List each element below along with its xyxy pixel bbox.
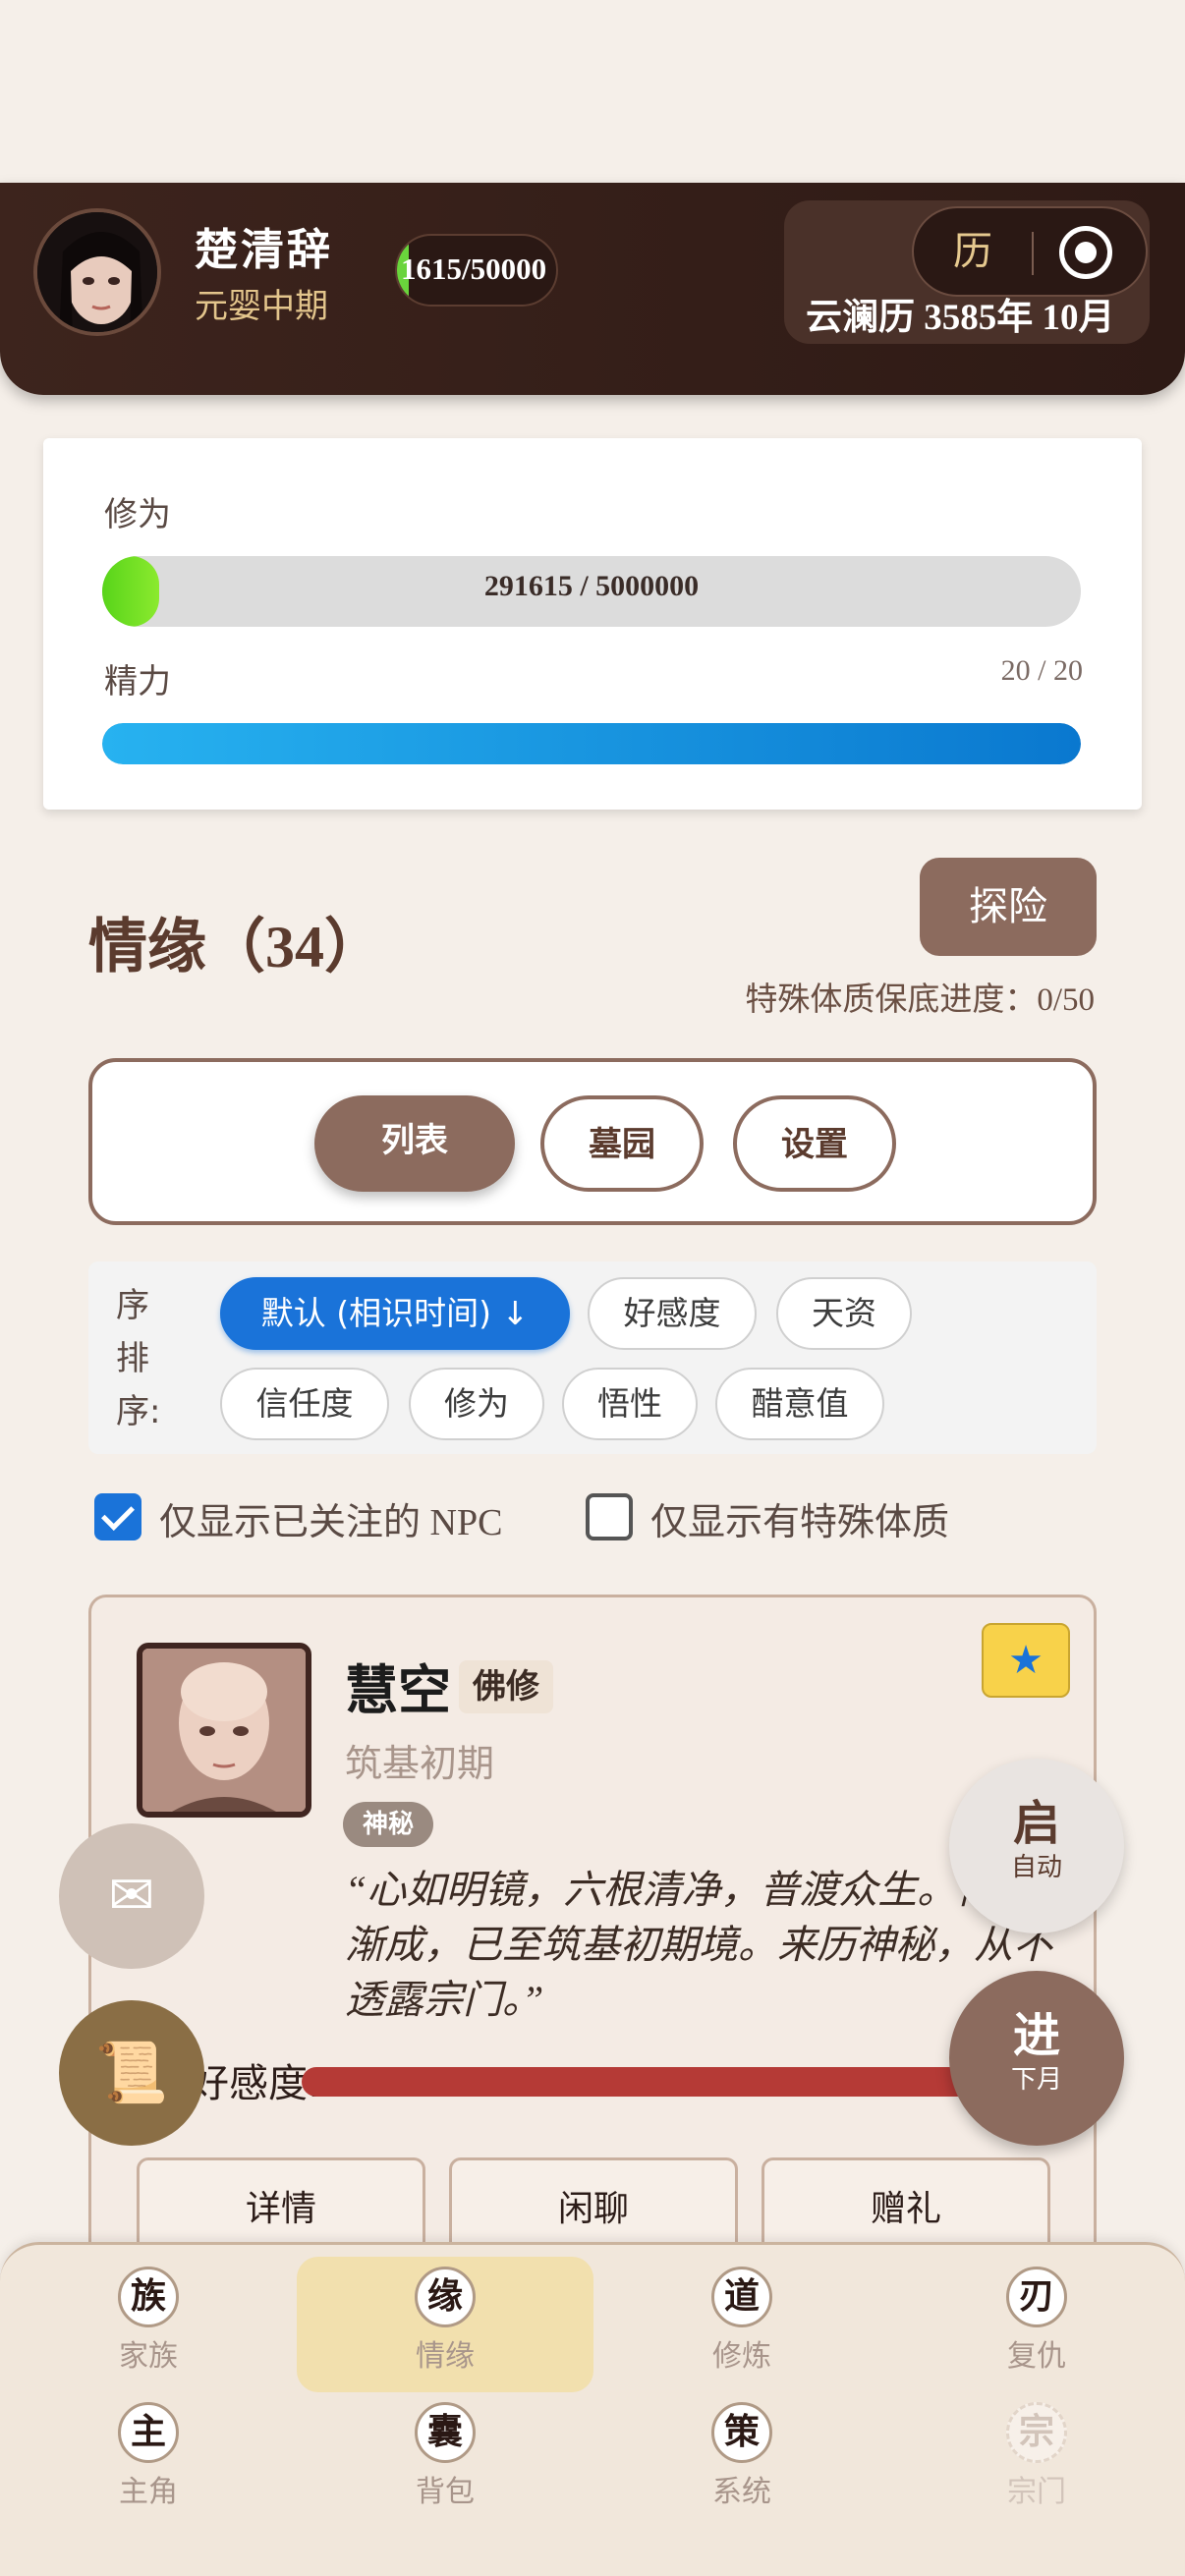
npc-name: 慧空 bbox=[345, 1659, 451, 1721]
next-month-button[interactable]: 进 下月 bbox=[949, 1971, 1124, 2146]
next-month-label: 下月 bbox=[1010, 2065, 1062, 2095]
mini-exp-text: 1615/50000 bbox=[401, 252, 547, 286]
bottom-nav: 族 家族 缘 情缘 道 修炼 刃 复仇 主 主角 囊 背包 策 系统 宗 宗门 bbox=[0, 2242, 1185, 2576]
calendar-icon[interactable]: 历 bbox=[943, 222, 1002, 281]
npc-realm: 筑基初期 bbox=[345, 1742, 495, 1785]
player-realm: 元婴中期 bbox=[195, 287, 328, 326]
sort-label: 序排序: bbox=[116, 1286, 161, 1431]
cultivation-value: 291615 / 5000000 bbox=[483, 570, 700, 602]
sort-panel: 序排序: 默认 (相识时间) ↓ 好感度 天资 信任度 修为 悟性 醋意值 bbox=[88, 1261, 1097, 1454]
sort-affinity[interactable]: 好感度 bbox=[588, 1277, 757, 1350]
cultivation-bar: 291615 / 5000000 bbox=[102, 556, 1081, 627]
nav-revenge-label: 复仇 bbox=[1007, 2339, 1066, 2374]
nav-bag[interactable]: 囊 背包 bbox=[297, 2392, 593, 2528]
romance-icon: 缘 bbox=[415, 2267, 476, 2327]
energy-value: 20 / 20 bbox=[1000, 654, 1083, 687]
top-header: 楚清辞 元婴中期 1615/50000 云澜历 3585年 10月 历 bbox=[0, 183, 1185, 395]
system-icon: 策 bbox=[711, 2402, 772, 2463]
affinity-bar bbox=[302, 2067, 989, 2097]
energy-bar-fill bbox=[102, 723, 1081, 764]
tab-bar: 列表 墓园 设置 bbox=[88, 1058, 1097, 1225]
followed-label: 仅显示已关注的 NPC bbox=[159, 1502, 503, 1543]
npc-portrait[interactable] bbox=[137, 1643, 311, 1818]
scroll-icon[interactable]: 📜 bbox=[59, 2000, 204, 2146]
player-avatar-image bbox=[37, 212, 157, 332]
followed-checkbox[interactable] bbox=[94, 1493, 141, 1540]
special-label: 仅显示有特殊体质 bbox=[650, 1500, 950, 1543]
family-icon: 族 bbox=[118, 2267, 179, 2327]
cultivate-icon: 道 bbox=[711, 2267, 772, 2327]
nav-cultivate-label: 修炼 bbox=[712, 2339, 771, 2374]
sect-icon: 宗 bbox=[1006, 2402, 1067, 2463]
mail-icon[interactable]: ✉ bbox=[59, 1823, 204, 1969]
nav-sect[interactable]: 宗 宗门 bbox=[888, 2392, 1185, 2528]
sort-jealousy[interactable]: 醋意值 bbox=[715, 1368, 884, 1440]
npc-card[interactable]: 慧空 佛修 筑基初期 神秘 ★ “心如明镜，六根清净，普渡众生。修行渐成，已至筑… bbox=[88, 1595, 1097, 2341]
explore-button[interactable]: 探险 bbox=[920, 858, 1097, 956]
nav-system-label: 系统 bbox=[712, 2475, 771, 2509]
player-name: 楚清辞 bbox=[195, 226, 333, 274]
guarantee-progress: 特殊体质保底进度：0/50 bbox=[745, 982, 1095, 1018]
energy-bar bbox=[102, 723, 1081, 764]
nav-protagonist-label: 主角 bbox=[119, 2475, 178, 2509]
sort-cultivation[interactable]: 修为 bbox=[409, 1368, 544, 1440]
nav-family[interactable]: 族 家族 bbox=[0, 2257, 297, 2392]
nav-protagonist[interactable]: 主 主角 bbox=[0, 2392, 297, 2528]
npc-quote: “心如明镜，六根清净，普渡众生。修行渐成，已至筑基初期境。来历神秘，从不透露宗门… bbox=[345, 1868, 1052, 2022]
auto-button[interactable]: 启 自动 bbox=[949, 1759, 1124, 1933]
revenge-icon: 刃 bbox=[1006, 2267, 1067, 2327]
nav-romance[interactable]: 缘 情缘 bbox=[297, 2257, 593, 2392]
nav-bag-label: 背包 bbox=[416, 2475, 475, 2509]
capsule-divider bbox=[1032, 232, 1034, 275]
section-title: 情缘（34） bbox=[88, 915, 383, 980]
player-avatar[interactable] bbox=[33, 208, 161, 336]
tab-list[interactable]: 列表 bbox=[314, 1095, 515, 1192]
tab-cemetery[interactable]: 墓园 bbox=[540, 1095, 704, 1192]
npc-portrait-image bbox=[142, 1649, 306, 1812]
bag-icon: 囊 bbox=[415, 2402, 476, 2463]
nav-revenge[interactable]: 刃 复仇 bbox=[888, 2257, 1185, 2392]
nav-romance-label: 情缘 bbox=[416, 2339, 475, 2374]
star-icon[interactable]: ★ bbox=[982, 1623, 1070, 1698]
npc-sect-tag: 佛修 bbox=[459, 1660, 553, 1713]
auto-button-glyph: 启 bbox=[1012, 1796, 1060, 1851]
special-checkbox[interactable] bbox=[586, 1493, 633, 1540]
nav-system[interactable]: 策 系统 bbox=[593, 2392, 890, 2528]
sort-default[interactable]: 默认 (相识时间) ↓ bbox=[220, 1277, 570, 1350]
protagonist-icon: 主 bbox=[118, 2402, 179, 2463]
sort-comprehension[interactable]: 悟性 bbox=[562, 1368, 698, 1440]
energy-label: 精力 bbox=[104, 662, 171, 701]
nav-cultivate[interactable]: 道 修炼 bbox=[593, 2257, 890, 2392]
mini-exp-pill: 1615/50000 bbox=[395, 234, 558, 307]
mini-program-capsule: 历 bbox=[912, 206, 1148, 297]
auto-button-label: 自动 bbox=[1010, 1853, 1062, 1882]
stats-card: 修为 291615 / 5000000 精力 20 / 20 bbox=[43, 438, 1142, 810]
cultivation-label: 修为 bbox=[104, 495, 171, 534]
tab-settings[interactable]: 设置 bbox=[733, 1095, 896, 1192]
record-icon[interactable] bbox=[1059, 226, 1112, 279]
nav-sect-label: 宗门 bbox=[1007, 2475, 1066, 2509]
sort-talent[interactable]: 天资 bbox=[776, 1277, 912, 1350]
next-month-glyph: 进 bbox=[1012, 2008, 1060, 2063]
sort-trust[interactable]: 信任度 bbox=[220, 1368, 389, 1440]
npc-mystery-badge: 神秘 bbox=[343, 1802, 433, 1847]
nav-family-label: 家族 bbox=[119, 2339, 178, 2374]
